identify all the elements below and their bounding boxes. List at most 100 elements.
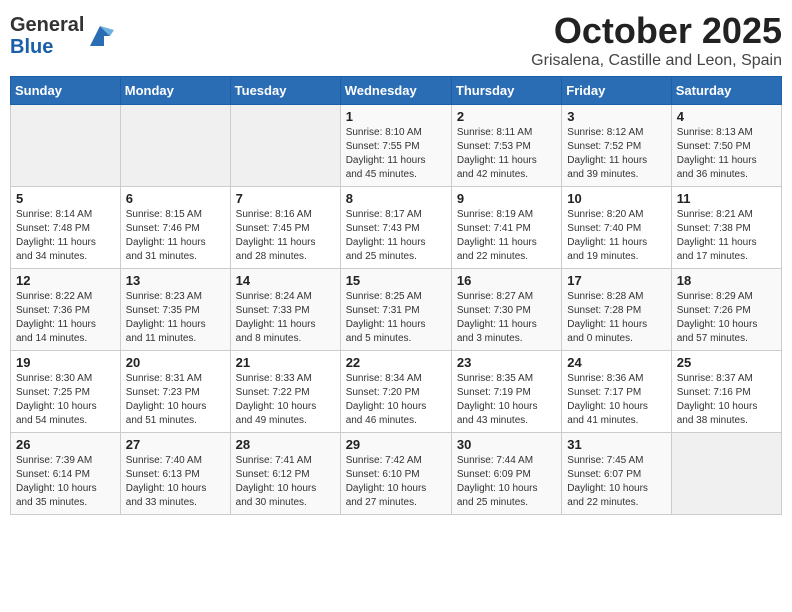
day-cell-25: 25Sunrise: 8:37 AM Sunset: 7:16 PM Dayli… [671,351,781,433]
day-cell-10: 10 Sunrise: 8:20 AM Sunset: 7:40 PM Dayli… [562,187,671,269]
empty-cell [671,433,781,515]
day-cell-2: 2 Sunrise: 8:11 AM Sunset: 7:53 PM Daylig… [451,105,561,187]
day-cell-26: 26 Sunrise: 7:39 AM Sunset: 6:14 PM Dayli… [11,433,121,515]
day-cell-3: 3 Sunrise: 8:12 AM Sunset: 7:52 PM Daylig… [562,105,671,187]
day-info: Sunrise: 8:28 AM Sunset: 7:28 PM Dayligh… [567,290,665,346]
day-number: 10 [567,191,665,206]
day-info: Sunrise: 8:36 AM Sunset: 7:17 PM Dayligh… [567,372,665,428]
day-info: Sunrise: 7:42 AM Sunset: 6:10 PM Dayligh… [346,454,446,510]
day-number: 26 [16,437,115,452]
day-cell-8: 8 Sunrise: 8:17 AM Sunset: 7:43 PM Daylig… [340,187,451,269]
day-number: 17 [567,273,665,288]
column-header-friday: Friday [562,77,671,105]
day-number: 1 [346,109,446,124]
logo-icon [86,22,114,50]
empty-cell [11,105,121,187]
day-cell-18: 18Sunrise: 8:29 AM Sunset: 7:26 PM Dayli… [671,269,781,351]
calendar-week-5: 26 Sunrise: 7:39 AM Sunset: 6:14 PM Dayli… [11,433,782,515]
day-cell-20: 20 Sunrise: 8:31 AM Sunset: 7:23 PM Dayli… [120,351,230,433]
day-info: Sunrise: 8:15 AM Sunset: 7:46 PM Dayligh… [126,208,225,264]
day-info: Sunrise: 8:31 AM Sunset: 7:23 PM Dayligh… [126,372,225,428]
day-info: Sunrise: 8:27 AM Sunset: 7:30 PM Dayligh… [457,290,556,346]
empty-cell [120,105,230,187]
day-cell-4: 4 Sunrise: 8:13 AM Sunset: 7:50 PM Daylig… [671,105,781,187]
day-number: 22 [346,355,446,370]
day-info: Sunrise: 8:11 AM Sunset: 7:53 PM Dayligh… [457,126,556,182]
header: General Blue October 2025 Grisalena, Cas… [10,10,782,70]
day-info: Sunrise: 8:16 AM Sunset: 7:45 PM Dayligh… [236,208,335,264]
empty-cell [230,105,340,187]
day-number: 30 [457,437,556,452]
day-number: 18 [677,273,776,288]
calendar-week-4: 19 Sunrise: 8:30 AM Sunset: 7:25 PM Dayli… [11,351,782,433]
day-info: Sunrise: 8:17 AM Sunset: 7:43 PM Dayligh… [346,208,446,264]
day-number: 9 [457,191,556,206]
day-number: 27 [126,437,225,452]
day-info: Sunrise: 8:12 AM Sunset: 7:52 PM Dayligh… [567,126,665,182]
day-number: 15 [346,273,446,288]
day-info: Sunrise: 8:25 AM Sunset: 7:31 PM Dayligh… [346,290,446,346]
day-cell-31: 31 Sunrise: 7:45 AM Sunset: 6:07 PM Dayli… [562,433,671,515]
day-cell-12: 12Sunrise: 8:22 AM Sunset: 7:36 PM Dayli… [11,269,121,351]
day-number: 23 [457,355,556,370]
day-info: Sunrise: 8:35 AM Sunset: 7:19 PM Dayligh… [457,372,556,428]
day-cell-9: 9 Sunrise: 8:19 AM Sunset: 7:41 PM Daylig… [451,187,561,269]
day-cell-19: 19 Sunrise: 8:30 AM Sunset: 7:25 PM Dayli… [11,351,121,433]
day-cell-23: 23 Sunrise: 8:35 AM Sunset: 7:19 PM Dayli… [451,351,561,433]
day-number: 19 [16,355,115,370]
day-number: 14 [236,273,335,288]
location-title: Grisalena, Castille and Leon, Spain [531,52,782,70]
day-cell-22: 22 Sunrise: 8:34 AM Sunset: 7:20 PM Dayli… [340,351,451,433]
day-info: Sunrise: 7:40 AM Sunset: 6:13 PM Dayligh… [126,454,225,510]
day-number: 7 [236,191,335,206]
day-info: Sunrise: 8:22 AM Sunset: 7:36 PM Dayligh… [16,290,115,346]
day-number: 16 [457,273,556,288]
column-header-wednesday: Wednesday [340,77,451,105]
day-number: 31 [567,437,665,452]
day-info: Sunrise: 8:24 AM Sunset: 7:33 PM Dayligh… [236,290,335,346]
day-cell-27: 27 Sunrise: 7:40 AM Sunset: 6:13 PM Dayli… [120,433,230,515]
calendar-week-3: 12Sunrise: 8:22 AM Sunset: 7:36 PM Dayli… [11,269,782,351]
day-number: 4 [677,109,776,124]
day-info: Sunrise: 8:21 AM Sunset: 7:38 PM Dayligh… [677,208,776,264]
calendar: SundayMondayTuesdayWednesdayThursdayFrid… [10,76,782,515]
day-info: Sunrise: 8:33 AM Sunset: 7:22 PM Dayligh… [236,372,335,428]
logo: General Blue [10,14,114,58]
day-number: 20 [126,355,225,370]
logo-blue-text: Blue [10,36,53,58]
day-info: Sunrise: 8:19 AM Sunset: 7:41 PM Dayligh… [457,208,556,264]
day-number: 2 [457,109,556,124]
column-header-tuesday: Tuesday [230,77,340,105]
day-cell-1: 1Sunrise: 8:10 AM Sunset: 7:55 PM Daylig… [340,105,451,187]
title-area: October 2025 Grisalena, Castille and Leo… [531,10,782,70]
day-cell-15: 15 Sunrise: 8:25 AM Sunset: 7:31 PM Dayli… [340,269,451,351]
day-cell-7: 7 Sunrise: 8:16 AM Sunset: 7:45 PM Daylig… [230,187,340,269]
day-number: 11 [677,191,776,206]
day-cell-30: 30Sunrise: 7:44 AM Sunset: 6:09 PM Dayli… [451,433,561,515]
column-header-saturday: Saturday [671,77,781,105]
day-number: 25 [677,355,776,370]
day-number: 3 [567,109,665,124]
day-number: 28 [236,437,335,452]
day-info: Sunrise: 7:39 AM Sunset: 6:14 PM Dayligh… [16,454,115,510]
day-info: Sunrise: 8:30 AM Sunset: 7:25 PM Dayligh… [16,372,115,428]
day-number: 29 [346,437,446,452]
calendar-week-2: 5Sunrise: 8:14 AM Sunset: 7:48 PM Daylig… [11,187,782,269]
day-number: 13 [126,273,225,288]
column-header-sunday: Sunday [11,77,121,105]
day-cell-21: 21 Sunrise: 8:33 AM Sunset: 7:22 PM Dayli… [230,351,340,433]
day-cell-24: 24Sunrise: 8:36 AM Sunset: 7:17 PM Dayli… [562,351,671,433]
day-number: 21 [236,355,335,370]
day-info: Sunrise: 8:34 AM Sunset: 7:20 PM Dayligh… [346,372,446,428]
day-number: 8 [346,191,446,206]
logo-general-text: General [10,14,84,36]
day-cell-5: 5Sunrise: 8:14 AM Sunset: 7:48 PM Daylig… [11,187,121,269]
month-title: October 2025 [531,10,782,52]
day-cell-29: 29 Sunrise: 7:42 AM Sunset: 6:10 PM Dayli… [340,433,451,515]
day-number: 5 [16,191,115,206]
day-number: 6 [126,191,225,206]
day-info: Sunrise: 8:13 AM Sunset: 7:50 PM Dayligh… [677,126,776,182]
day-cell-13: 13Sunrise: 8:23 AM Sunset: 7:35 PM Dayli… [120,269,230,351]
day-info: Sunrise: 8:20 AM Sunset: 7:40 PM Dayligh… [567,208,665,264]
day-info: Sunrise: 7:45 AM Sunset: 6:07 PM Dayligh… [567,454,665,510]
